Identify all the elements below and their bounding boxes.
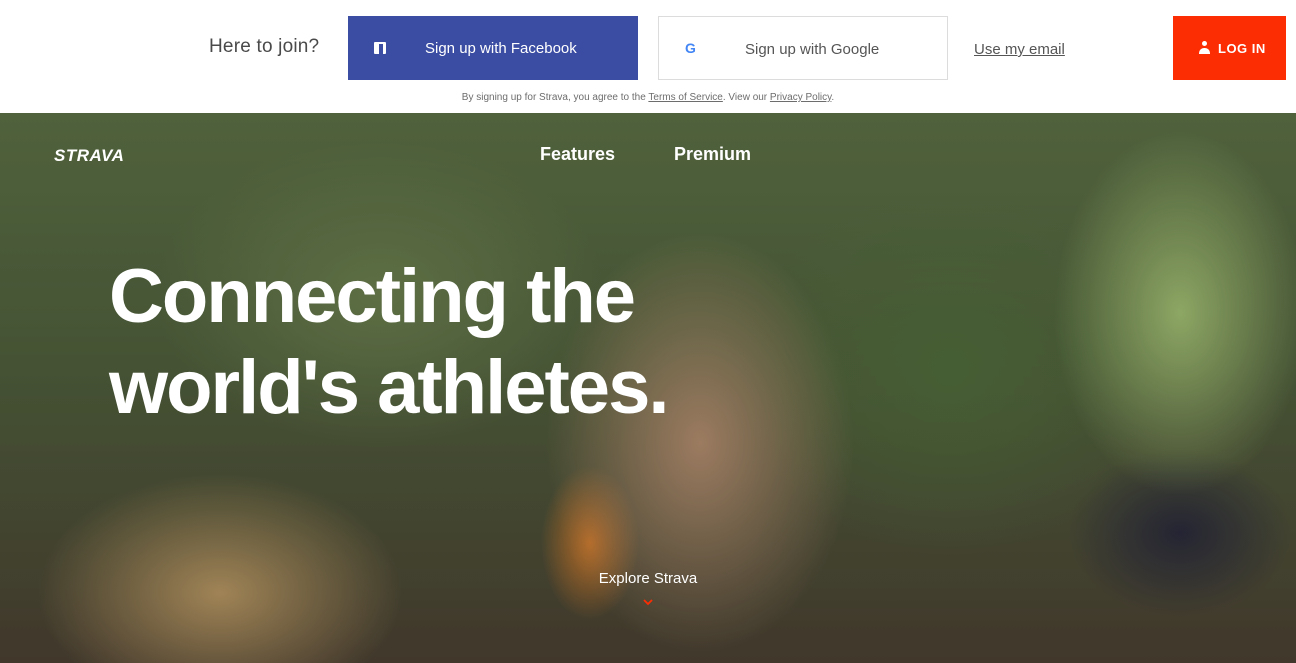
facebook-icon xyxy=(374,42,386,54)
terms-notice: By signing up for Strava, you agree to t… xyxy=(0,92,1296,103)
privacy-policy-link[interactable]: Privacy Policy xyxy=(770,92,832,103)
google-icon: G xyxy=(684,40,698,56)
terms-suffix: . xyxy=(831,92,835,103)
signup-bar: Here to join? Sign up with Facebook G Si… xyxy=(0,0,1296,113)
svg-text:G: G xyxy=(685,40,696,56)
terms-middle: . View our xyxy=(722,92,770,103)
user-icon xyxy=(1199,41,1210,54)
hero-section: STRAVA Features Premium Connecting the w… xyxy=(0,113,1296,663)
strava-logo[interactable]: STRAVA xyxy=(54,146,124,166)
explore-strava-link[interactable]: Explore Strava xyxy=(548,570,748,587)
terms-prefix: By signing up for Strava, you agree to t… xyxy=(461,92,649,103)
hero-headline: Connecting the world's athletes. xyxy=(109,251,829,433)
nav-premium[interactable]: Premium xyxy=(674,144,751,165)
headline-line-1: Connecting the xyxy=(109,254,636,339)
google-signup-label: Sign up with Google xyxy=(745,41,880,58)
nav-features[interactable]: Features xyxy=(540,144,615,165)
use-email-link[interactable]: Use my email xyxy=(974,41,1065,58)
facebook-signup-button[interactable]: Sign up with Facebook xyxy=(348,16,638,80)
chevron-down-icon[interactable] xyxy=(643,597,653,607)
terms-of-service-link[interactable]: Terms of Service xyxy=(648,92,722,103)
login-button[interactable]: LOG IN xyxy=(1173,16,1286,80)
google-signup-button[interactable]: G Sign up with Google xyxy=(658,16,948,80)
join-label: Here to join? xyxy=(209,36,320,57)
headline-line-2: world's athletes. xyxy=(109,345,669,430)
facebook-signup-label: Sign up with Facebook xyxy=(425,40,577,57)
login-label: LOG IN xyxy=(1218,41,1266,56)
